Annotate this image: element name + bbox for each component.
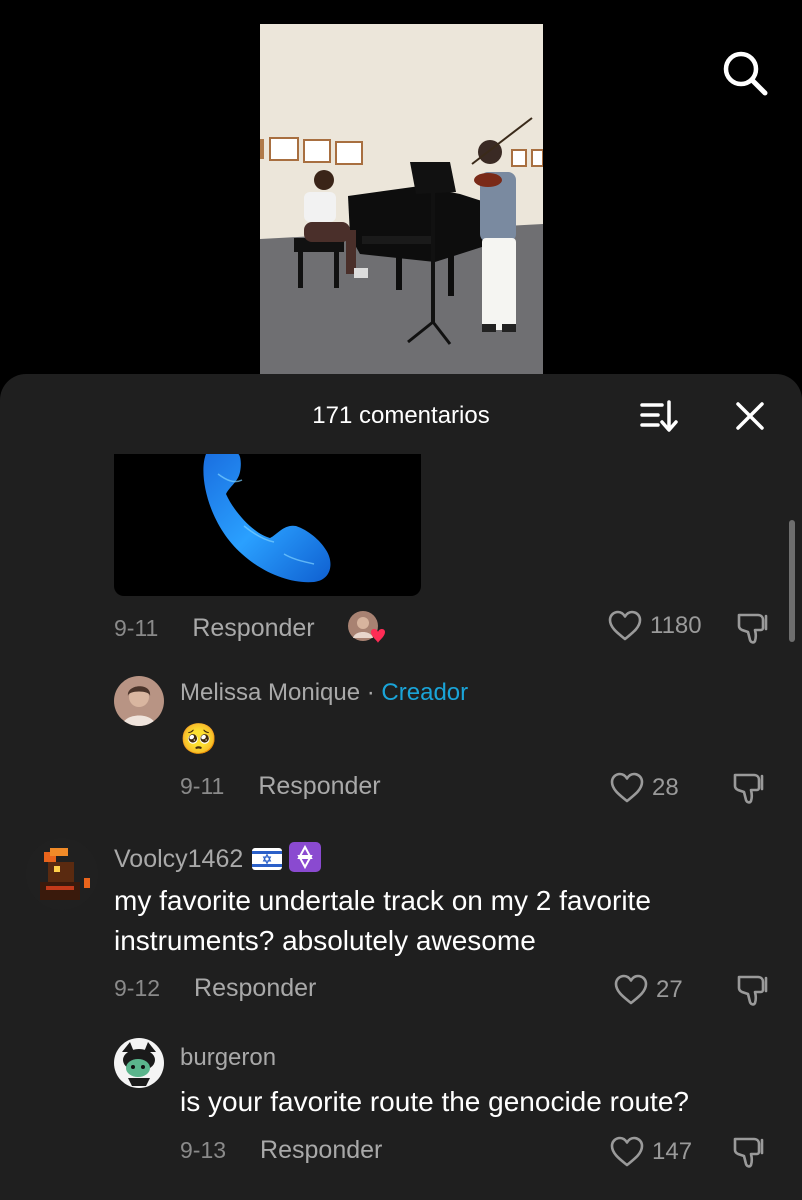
comment-text: is your favorite route the genocide rout… (180, 1086, 689, 1117)
like-count: 27 (656, 976, 683, 1003)
comments-header: 171 comentarios (0, 374, 802, 456)
username[interactable]: burgeron (180, 1044, 276, 1071)
comment-date: 9-11 (114, 614, 159, 641)
video-area (0, 0, 802, 390)
like-button[interactable]: 28 (610, 772, 679, 804)
comment-meta: 9-13 Responder (180, 1136, 382, 1165)
creator-liked-avatar (347, 610, 385, 646)
comment-date: 9-13 (180, 1137, 227, 1163)
sort-icon (640, 400, 678, 432)
thumbs-down-icon (733, 773, 764, 804)
dislike-button[interactable] (732, 1134, 768, 1170)
gif-attachment[interactable] (114, 454, 421, 596)
heart-icon (610, 772, 644, 803)
like-button[interactable]: 1180 (608, 610, 702, 642)
avatar[interactable] (114, 1038, 164, 1088)
comment-author[interactable]: Melissa Monique · Creador (180, 679, 468, 707)
separator: · (360, 679, 382, 706)
thumbs-down-icon (737, 975, 768, 1006)
comment-author[interactable]: Voolcy1462 (114, 842, 322, 879)
israel-flag-icon (252, 848, 283, 877)
phone-icon (203, 454, 331, 583)
like-count: 28 (652, 774, 679, 801)
scrollbar[interactable] (789, 520, 795, 642)
comment-text-line: my favorite undertale track on my 2 favo… (114, 885, 651, 916)
reply-button[interactable]: Responder (258, 772, 380, 801)
like-count: 147 (652, 1138, 693, 1165)
close-button[interactable] (730, 396, 770, 436)
like-button[interactable]: 147 (610, 1136, 692, 1168)
reply-button[interactable]: Responder (260, 1136, 382, 1165)
dislike-button[interactable] (736, 610, 772, 646)
comment-meta: 9-12 Responder (114, 974, 316, 1003)
comment-meta: 9-11 Responder (114, 610, 385, 646)
dislike-button[interactable] (736, 972, 772, 1008)
sort-button[interactable] (636, 396, 682, 436)
comment-date: 9-11 (180, 773, 225, 799)
comment-date: 9-12 (114, 975, 161, 1001)
comment-meta: 9-11 Responder (180, 772, 381, 801)
like-button[interactable]: 27 (614, 974, 683, 1006)
comment-text: 🥺 (180, 723, 218, 756)
heart-icon (608, 610, 642, 641)
video-thumbnail[interactable] (260, 24, 543, 376)
comments-sheet: 171 comentarios 9-11 Responder 1180 Meli… (0, 374, 802, 1200)
heart-icon (614, 974, 648, 1005)
heart-icon (610, 1136, 644, 1167)
avatar[interactable] (114, 676, 164, 726)
star-of-david-icon (289, 842, 322, 879)
username[interactable]: Melissa Monique (180, 679, 360, 706)
thumbs-down-icon (733, 1137, 764, 1168)
creator-badge: Creador (381, 679, 469, 706)
avatar[interactable] (26, 838, 98, 910)
reply-button[interactable]: Responder (192, 614, 314, 643)
close-icon (736, 402, 764, 430)
like-count: 1180 (650, 612, 702, 639)
search-icon (723, 51, 768, 96)
thumbs-down-icon (737, 613, 768, 644)
dislike-button[interactable] (732, 770, 768, 806)
username[interactable]: Voolcy1462 (114, 845, 243, 873)
comment-author[interactable]: burgeron (180, 1044, 276, 1072)
comment-text-line: instruments? absolutely awesome (114, 925, 536, 956)
comment-text: my favorite undertale track on my 2 favo… (114, 881, 651, 961)
reply-button[interactable]: Responder (194, 974, 316, 1003)
search-button[interactable] (716, 44, 772, 100)
